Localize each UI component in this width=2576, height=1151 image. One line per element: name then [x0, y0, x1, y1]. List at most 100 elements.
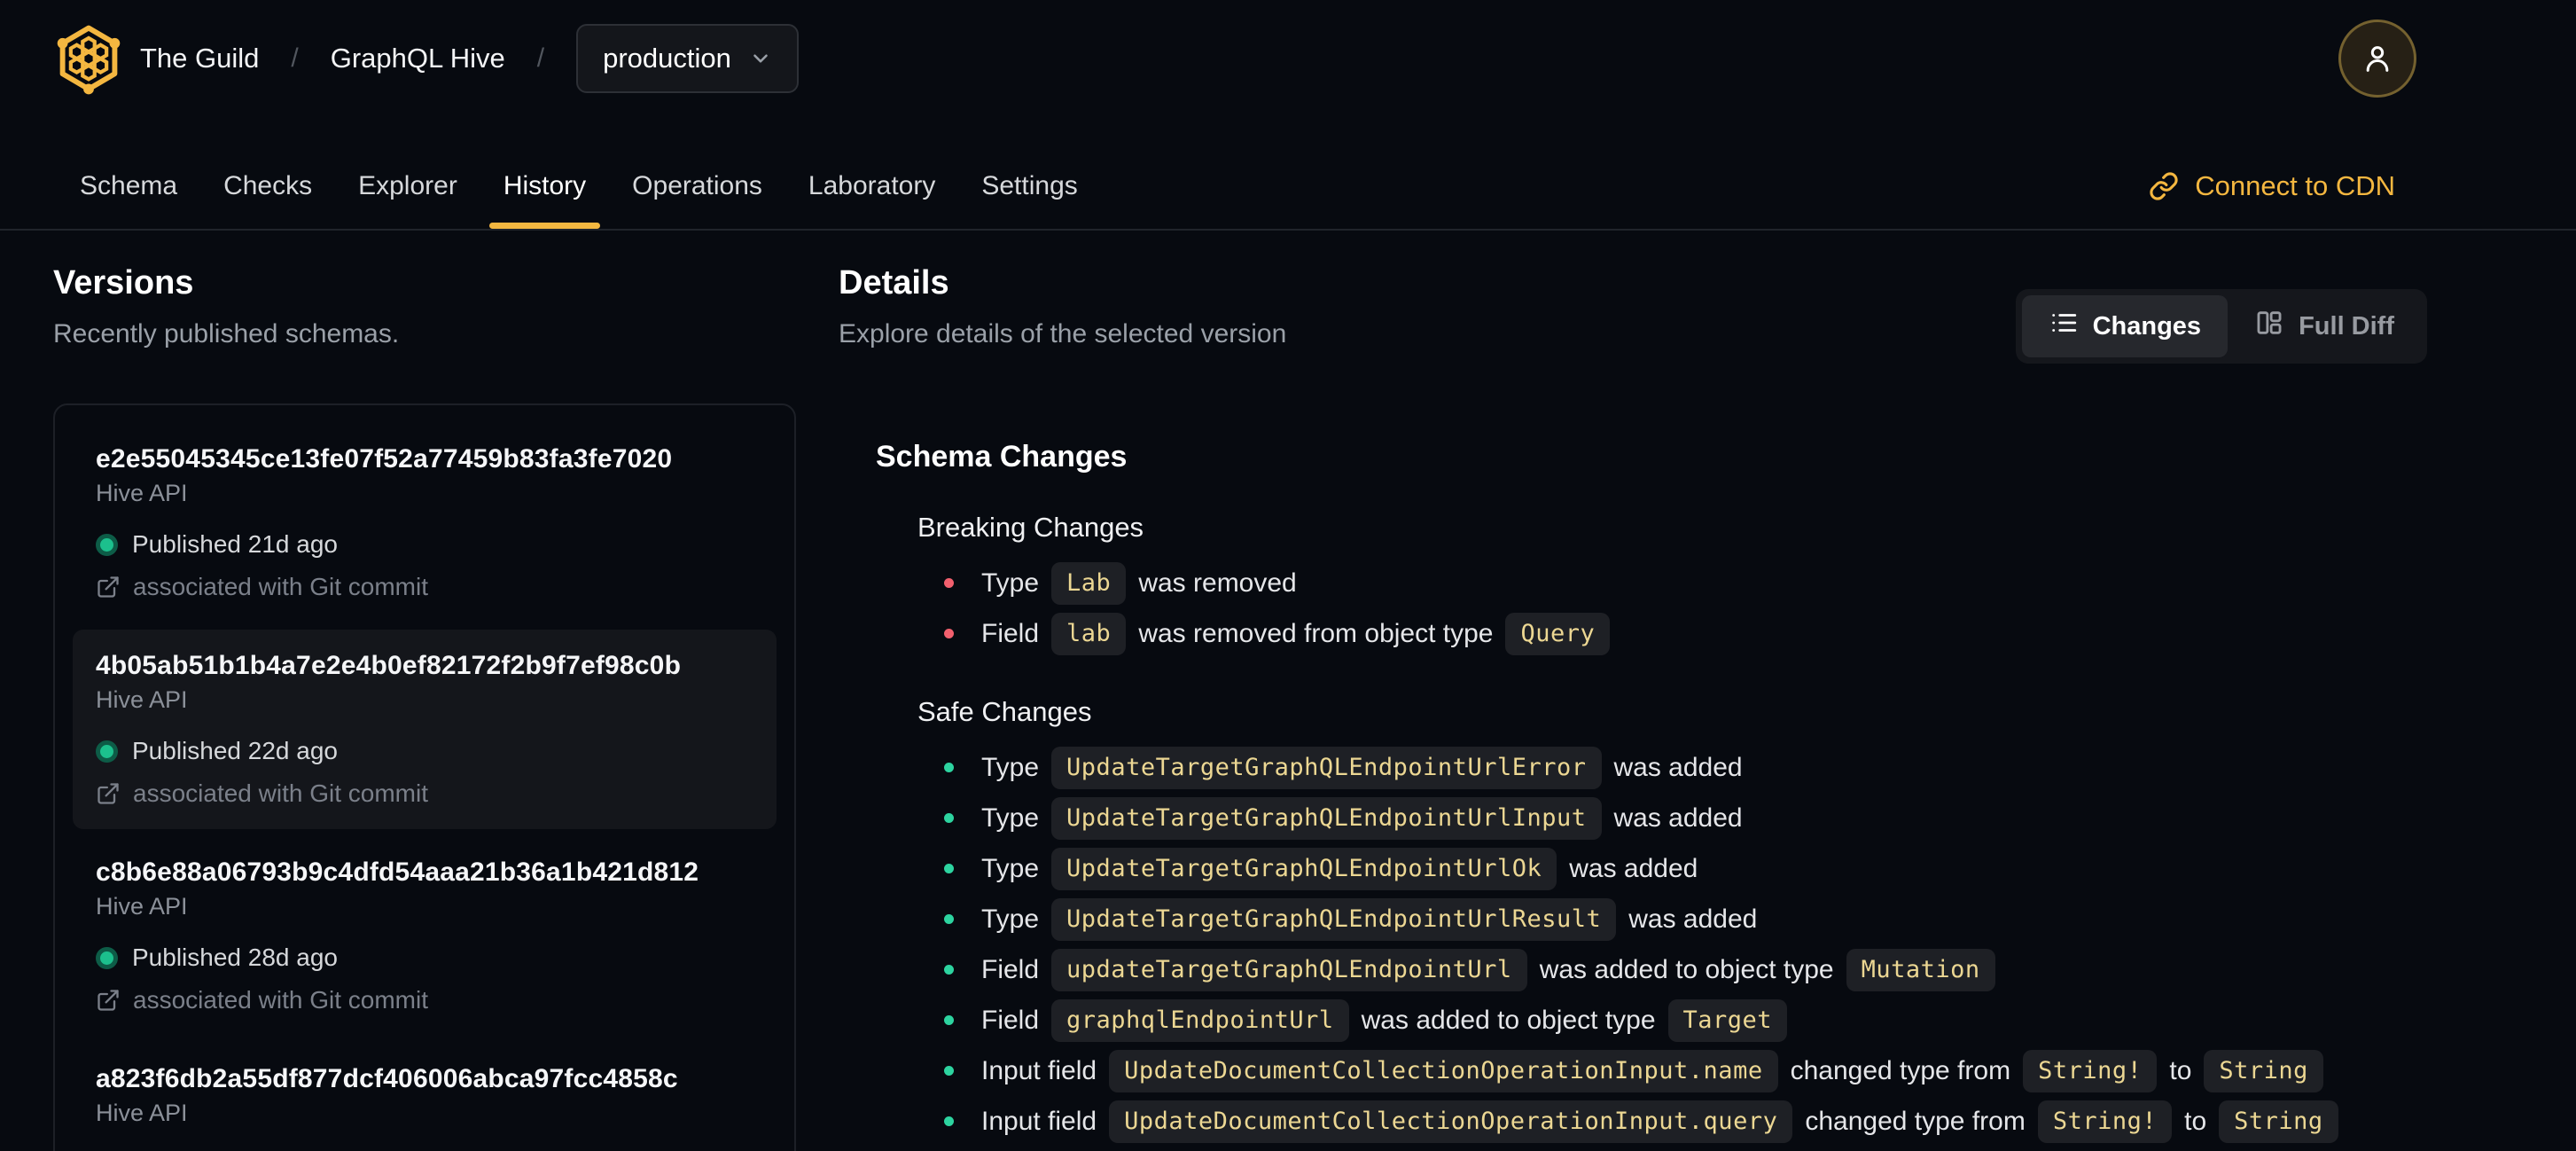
change-text: Type: [981, 803, 1040, 833]
code-chip: Mutation: [1846, 948, 1995, 991]
change-row: Input field UpdateDocumentCollectionOpera…: [917, 1045, 2345, 1096]
connect-to-cdn-button[interactable]: Connect to CDN: [2149, 144, 2395, 229]
bullet-icon: [944, 1066, 954, 1076]
change-row: Type UpdateTargetGraphQLEndpointUrlInput w…: [917, 793, 2345, 843]
version-list-item[interactable]: 4b05ab51b1b4a7e2e4b0ef82172f2b9f7ef98c0b…: [73, 630, 777, 829]
change-text: to: [2169, 1055, 2192, 1085]
breadcrumb-separator: /: [291, 43, 299, 73]
external-link-icon: [98, 576, 119, 598]
version-hash: 4b05ab51b1b4a7e2e4b0ef82172f2b9f7ef98c0b: [96, 651, 682, 680]
breadcrumb-org[interactable]: The Guild: [140, 43, 259, 74]
view-toggle-full-diff[interactable]: Full Diff: [2228, 295, 2421, 357]
external-link-icon: [98, 783, 119, 804]
change-row: Type UpdateTargetGraphQLEndpointUrlError w…: [917, 742, 2345, 793]
change-row: Field lab was removed from object type Quer…: [917, 608, 2345, 659]
code-chip: graphqlEndpointUrl: [1051, 998, 1349, 1042]
change-text: was added: [1613, 803, 1743, 833]
schema-changes-title: Schema Changes: [876, 440, 1128, 474]
user-avatar[interactable]: [2338, 20, 2416, 98]
view-toggle: Changes Full Diff: [2015, 289, 2427, 364]
version-git-label: associated with Git commit: [133, 573, 428, 600]
version-hash: a823f6db2a55df877dcf406006abca97fcc4858c: [96, 1064, 678, 1093]
change-text: Input field: [981, 1106, 1097, 1136]
change-row: Field updateTargetGraphQLEndpointUrl was a…: [917, 944, 2345, 995]
code-chip: String!: [2023, 1049, 2158, 1092]
version-service: Hive API: [96, 1100, 188, 1126]
app-header: The Guild / GraphQL Hive / production: [0, 0, 2576, 117]
version-list-item[interactable]: c8b6e88a06793b9c4dfd54aaa21b36a1b421d812…: [73, 836, 777, 1036]
version-service: Hive API: [96, 893, 188, 920]
code-chip: UpdateTargetGraphQLEndpointUrlInput: [1051, 796, 1602, 840]
columns-icon: [2254, 308, 2284, 345]
view-toggle-label: Changes: [2092, 311, 2202, 341]
bullet-icon: [944, 914, 954, 924]
bullet-icon: [944, 813, 954, 823]
version-status: Published 22d ago: [96, 737, 753, 765]
change-row: Type UpdateTargetGraphQLEndpointUrlResult…: [917, 894, 2345, 944]
target-selector-value: production: [603, 43, 731, 74]
version-list-item[interactable]: a823f6db2a55df877dcf406006abca97fcc4858c…: [73, 1043, 777, 1151]
bullet-icon: [944, 629, 954, 638]
change-row: Type UpdateTargetGraphQLEndpointUrlOk was …: [917, 843, 2345, 894]
target-selector[interactable]: production: [576, 24, 799, 93]
tab-schema[interactable]: Schema: [57, 144, 200, 229]
tab-operations[interactable]: Operations: [609, 144, 785, 229]
tab-settings[interactable]: Settings: [958, 144, 1100, 229]
published-dot-icon: [96, 740, 118, 763]
code-chip: String: [2204, 1049, 2323, 1092]
changes-list: Type Lab was removed Field lab was removed f…: [917, 558, 2345, 659]
version-git-label: associated with Git commit: [133, 779, 428, 807]
change-text: Type: [981, 568, 1040, 598]
changes-section: Breaking Changes Type Lab was removed Fiel…: [917, 512, 2345, 659]
changes-list: Type UpdateTargetGraphQLEndpointUrlError w…: [917, 742, 2345, 1147]
breadcrumb-project[interactable]: GraphQL Hive: [331, 43, 505, 74]
code-chip: lab: [1051, 612, 1127, 655]
version-status: Published 28d ago: [96, 944, 753, 972]
version-git-link[interactable]: associated with Git commit: [96, 573, 753, 601]
version-status: Published 21d ago: [96, 530, 753, 559]
change-text: Field: [981, 618, 1040, 648]
chevron-down-icon: [753, 54, 768, 63]
bullet-icon: [944, 1116, 954, 1126]
code-chip: UpdateDocumentCollectionOperationInput.q…: [1109, 1100, 1793, 1143]
versions-title: Versions: [53, 264, 194, 301]
bullet-icon: [944, 864, 954, 873]
change-row: Field graphqlEndpointUrl was added to obje…: [917, 995, 2345, 1045]
changes-section-title: Breaking Changes: [917, 512, 1144, 543]
version-git-link[interactable]: associated with Git commit: [96, 779, 753, 808]
version-status-label: Published 22d ago: [132, 737, 338, 764]
version-git-link[interactable]: associated with Git commit: [96, 986, 753, 1014]
version-git-label: associated with Git commit: [133, 986, 428, 1014]
tab-checks[interactable]: Checks: [200, 144, 335, 229]
version-status-label: Published 28d ago: [132, 944, 338, 971]
version-list-item[interactable]: e2e55045345ce13fe07f52a77459b83fa3fe7020…: [73, 423, 777, 622]
code-chip: UpdateDocumentCollectionOperationInput.n…: [1109, 1049, 1778, 1092]
view-toggle-label: Full Diff: [2299, 311, 2394, 341]
details-subtitle: Explore details of the selected version: [839, 319, 1287, 348]
tab-bar: Schema Checks Explorer History Operations Lab…: [0, 117, 2576, 231]
view-toggle-changes[interactable]: Changes: [2021, 295, 2229, 357]
nav-tabs: Schema Checks Explorer History Operations Lab…: [57, 144, 1101, 229]
breadcrumb-separator: /: [536, 43, 545, 73]
tab-history[interactable]: History: [480, 144, 609, 229]
list-icon: [2049, 308, 2079, 345]
tab-laboratory[interactable]: Laboratory: [785, 144, 958, 229]
code-chip: String: [2219, 1100, 2338, 1143]
schema-changes-block: Schema Changes Breaking Changes Type Lab w…: [876, 440, 2345, 1147]
link-icon: [2150, 172, 2178, 200]
change-text: to: [2184, 1106, 2207, 1136]
change-text: was added to object type: [1539, 954, 1834, 984]
tab-explorer[interactable]: Explorer: [335, 144, 480, 229]
code-chip: UpdateTargetGraphQLEndpointUrlError: [1051, 746, 1602, 789]
versions-subtitle: Recently published schemas.: [53, 319, 400, 348]
published-dot-icon: [96, 533, 118, 556]
change-text: was removed from object type: [1138, 618, 1494, 648]
change-text: Type: [981, 904, 1040, 934]
code-chip: UpdateTargetGraphQLEndpointUrlResult: [1051, 897, 1617, 941]
changes-sections: Breaking Changes Type Lab was removed Fiel…: [876, 512, 2345, 1147]
hive-logo-icon[interactable]: [51, 21, 126, 96]
external-link-icon: [98, 990, 119, 1011]
bullet-icon: [944, 578, 954, 588]
code-chip: Query: [1505, 612, 1611, 655]
version-status-label: Published 21d ago: [132, 530, 338, 558]
